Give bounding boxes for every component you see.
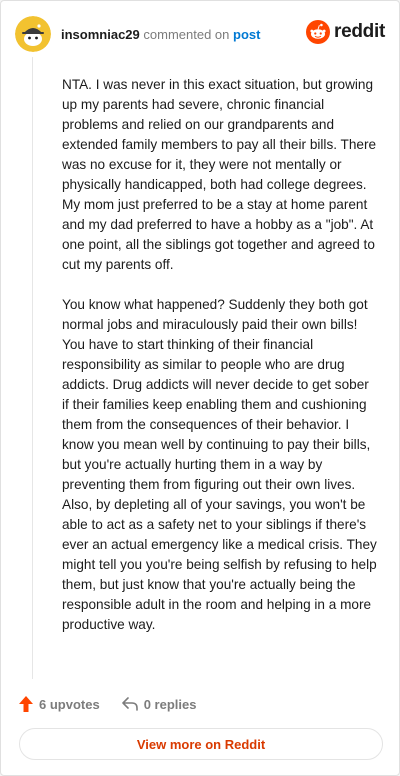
view-more-button[interactable]: View more on Reddit bbox=[19, 728, 383, 760]
action-text: commented on bbox=[143, 26, 230, 42]
post-link[interactable]: post bbox=[233, 27, 260, 42]
comment-meta: insomniac29 commented on post bbox=[61, 27, 260, 42]
upvote-count: 6 upvotes bbox=[39, 696, 100, 712]
reddit-logo[interactable]: reddit bbox=[306, 20, 385, 44]
reddit-wordmark: reddit bbox=[334, 21, 385, 42]
comment-actions: 6 upvotes 0 replies bbox=[19, 693, 196, 715]
comment-body: NTA. I was never in this exact situation… bbox=[62, 75, 378, 635]
reply-count: 0 replies bbox=[143, 696, 197, 712]
comment-header: insomniac29 commented on post reddit bbox=[15, 15, 385, 53]
reply-button[interactable]: 0 replies bbox=[121, 696, 197, 712]
reply-arrow-icon bbox=[121, 697, 138, 711]
comment-embed-card: insomniac29 commented on post reddit NTA… bbox=[0, 0, 400, 776]
upvote-arrow-icon bbox=[19, 696, 33, 712]
reddit-snoo-icon bbox=[306, 20, 331, 44]
username-link[interactable]: insomniac29 bbox=[61, 27, 140, 42]
upvote-button[interactable]: 6 upvotes bbox=[19, 696, 100, 712]
comment-paragraph: NTA. I was never in this exact situation… bbox=[62, 77, 377, 272]
comment-paragraph: You know what happened? Suddenly they bo… bbox=[62, 297, 377, 632]
user-avatar[interactable] bbox=[15, 16, 51, 52]
thread-line bbox=[32, 57, 33, 679]
